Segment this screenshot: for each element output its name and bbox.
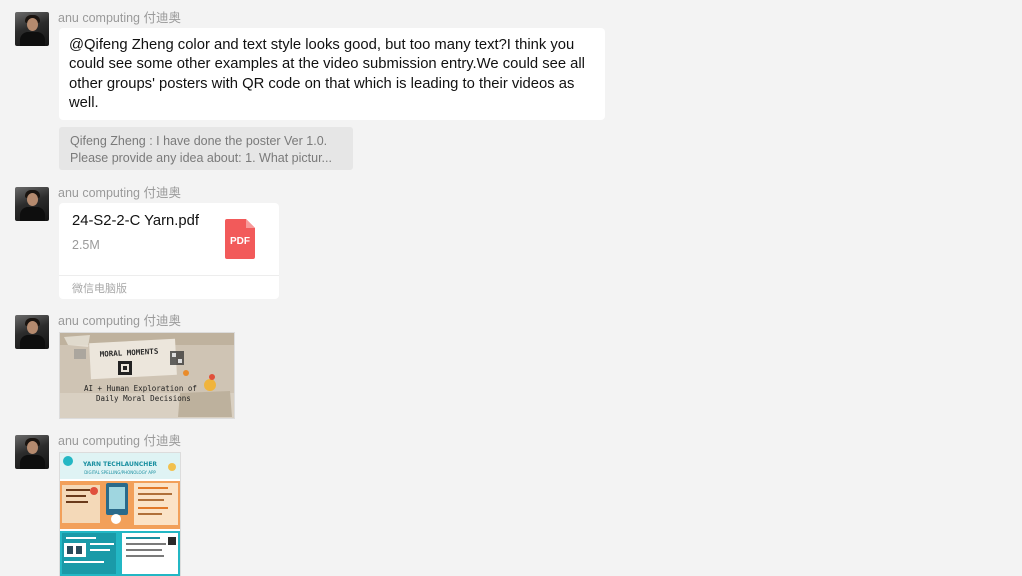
quoted-reply-line: Please provide any idea about: 1. What p… bbox=[70, 150, 332, 165]
poster-subtitle-text: Daily Moral Decisions bbox=[96, 394, 191, 403]
sender-name: anu computing 付迪奥 bbox=[58, 314, 181, 328]
poster-subtitle-text: AI + Human Exploration of bbox=[84, 384, 197, 393]
image-message-moral-moments-poster[interactable]: MORAL MOMENTS AI + Human Exploration of … bbox=[59, 332, 235, 419]
sender-avatar[interactable] bbox=[15, 315, 49, 349]
sender-avatar[interactable] bbox=[15, 435, 49, 469]
message-bubble[interactable]: @Qifeng Zheng color and text style looks… bbox=[59, 28, 605, 120]
file-card-divider bbox=[59, 275, 279, 276]
sender-name: anu computing 付迪奥 bbox=[58, 11, 181, 25]
poster-title-text: YARN TECHLAUNCHER bbox=[82, 461, 157, 468]
poster-image: YARN TECHLAUNCHER DIGITAL SPELLING/PHONO… bbox=[60, 453, 180, 576]
image-message-yarn-poster[interactable]: YARN TECHLAUNCHER DIGITAL SPELLING/PHONO… bbox=[59, 452, 181, 576]
file-name: 24-S2-2-C Yarn.pdf bbox=[72, 213, 199, 229]
poster-image: MORAL MOMENTS AI + Human Exploration of … bbox=[60, 333, 234, 418]
sender-name: anu computing 付迪奥 bbox=[58, 186, 181, 200]
file-attachment-card[interactable]: 24-S2-2-C Yarn.pdf 2.5M PDF 微信电脑版 bbox=[59, 203, 279, 299]
sender-avatar[interactable] bbox=[15, 12, 49, 46]
sender-avatar[interactable] bbox=[15, 187, 49, 221]
file-source-label: 微信电脑版 bbox=[72, 283, 127, 295]
sender-name: anu computing 付迪奥 bbox=[58, 434, 181, 448]
file-size: 2.5M bbox=[72, 238, 100, 252]
quoted-reply-line: Qifeng Zheng : I have done the poster Ve… bbox=[70, 134, 328, 148]
poster-subtitle-text: DIGITAL SPELLING/PHONOLOGY APP bbox=[84, 470, 156, 475]
pdf-icon-label: PDF bbox=[230, 236, 250, 247]
quoted-reply[interactable]: Qifeng Zheng : I have done the poster Ve… bbox=[59, 127, 353, 170]
